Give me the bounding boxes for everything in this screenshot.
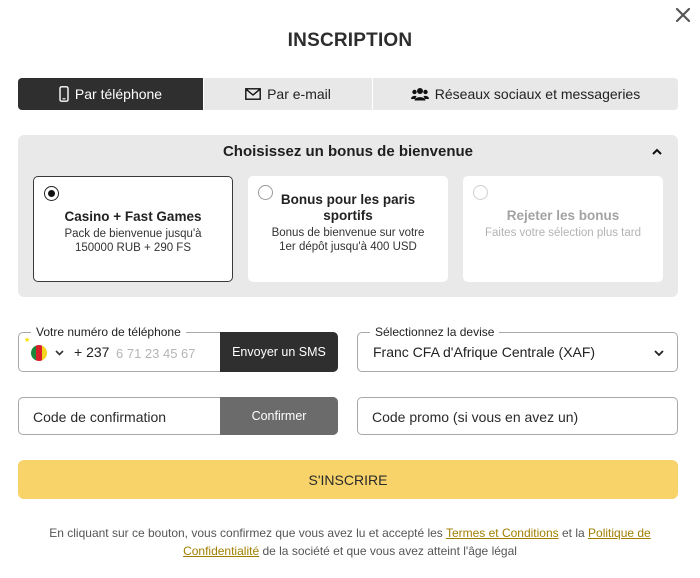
bonus-option-casino[interactable]: Casino + Fast Games Pack de bienvenue ju… [33, 176, 233, 282]
legal-text: En cliquant sur ce bouton, vous confirme… [49, 526, 446, 540]
chevron-down-icon[interactable] [54, 347, 65, 358]
welcome-bonus-panel: Choisissez un bonus de bienvenue Casino … [18, 135, 678, 297]
terms-link[interactable]: Termes et Conditions [446, 526, 559, 540]
modal-title: INSCRIPTION [287, 30, 413, 51]
bonus-heading: Choisissez un bonus de bienvenue [222, 143, 474, 160]
flag-star-icon: ★ [24, 337, 31, 344]
promo-code-field [357, 397, 678, 435]
chevron-up-icon[interactable] [650, 145, 664, 159]
tab-social[interactable]: Réseaux sociaux et messageries [373, 78, 678, 110]
tab-phone[interactable]: Par téléphone [18, 78, 203, 110]
tab-email[interactable]: Par e-mail [204, 78, 372, 110]
phone-field-legend: Votre numéro de téléphone [31, 325, 186, 339]
currency-value: Franc CFA d'Afrique Centrale (XAF) [373, 344, 596, 360]
bonus-option-description: Pack de bienvenue jusqu'à 150000 RUB + 2… [64, 228, 202, 254]
bonus-option-reject[interactable]: Rejeter les bonus Faites votre sélection… [463, 176, 663, 282]
smartphone-icon [59, 86, 69, 102]
bonus-option-sports[interactable]: Bonus pour les paris sportifs Bonus de b… [248, 176, 448, 282]
bonus-option-title: Bonus pour les paris sportifs [280, 192, 416, 223]
envelope-icon [245, 88, 261, 100]
users-icon [410, 88, 429, 101]
currency-select[interactable]: Sélectionnez la devise Franc CFA d'Afriq… [357, 325, 678, 372]
currency-field-legend: Sélectionnez la devise [370, 325, 500, 339]
tab-social-label: Réseaux sociaux et messageries [434, 86, 641, 102]
bonus-option-description: Bonus de bienvenue sur votre 1er dépôt j… [271, 227, 425, 253]
phone-prefix: + 237 [74, 344, 110, 360]
confirmation-code-input[interactable] [33, 406, 213, 428]
phone-input[interactable] [116, 342, 216, 364]
registration-method-tabs: Par téléphone Par e-mail Réseaux sociaux… [18, 78, 678, 110]
tab-phone-label: Par téléphone [74, 86, 163, 102]
close-icon[interactable] [674, 6, 692, 24]
confirmation-code-field: Confirmer [18, 397, 338, 435]
promo-code-input[interactable] [372, 406, 662, 428]
chevron-down-icon [654, 350, 664, 357]
send-sms-button[interactable]: Envoyer un SMS [220, 332, 338, 372]
bonus-option-title: Casino + Fast Games [64, 209, 202, 224]
bonus-option-title: Rejeter les bonus [506, 208, 620, 223]
bonus-option-description: Faites votre sélection plus tard [485, 227, 641, 239]
tab-email-label: Par e-mail [267, 86, 331, 102]
cameroon-flag-icon[interactable] [31, 345, 47, 361]
phone-field: Votre numéro de téléphone ★ + 237 Envoye… [18, 325, 338, 372]
confirm-button[interactable]: Confirmer [220, 397, 338, 435]
legal-text: et la [558, 526, 589, 540]
bonus-radio-reject[interactable] [473, 185, 488, 200]
bonus-radio-casino[interactable] [44, 186, 59, 201]
legal-notice: En cliquant sur ce bouton, vous confirme… [40, 524, 660, 560]
register-button[interactable]: S'INSCRIRE [18, 460, 678, 499]
legal-text: de la société et que vous avez atteint l… [259, 544, 517, 558]
